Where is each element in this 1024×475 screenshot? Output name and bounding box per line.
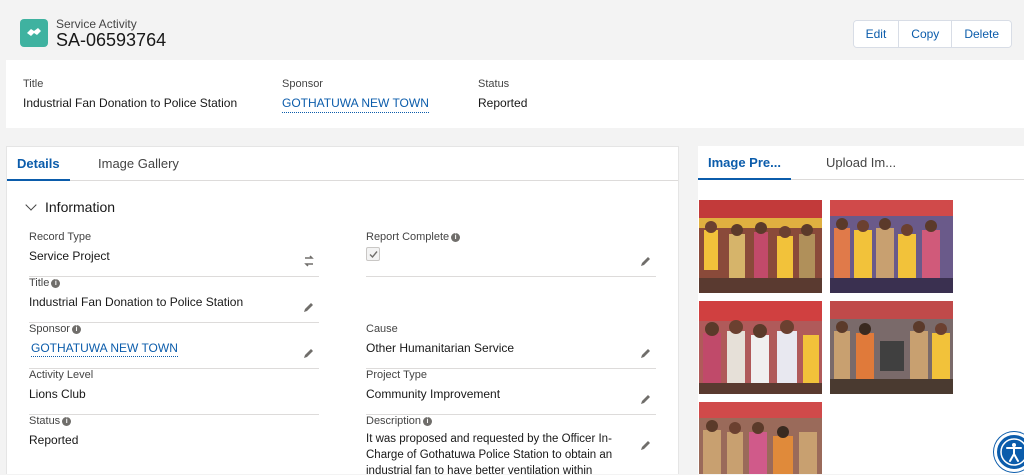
object-label: Service Activity — [56, 17, 137, 31]
pencil-icon[interactable] — [640, 255, 652, 267]
pencil-icon[interactable] — [640, 439, 652, 451]
field-title: Title i Industrial Fan Donation to Police… — [29, 277, 319, 323]
highlights-panel: Title Industrial Fan Donation to Police … — [6, 60, 1024, 128]
info-icon[interactable]: i — [62, 416, 72, 426]
field-label: Activity Level — [29, 369, 94, 381]
info-icon[interactable]: i — [71, 324, 81, 334]
highlight-status: Status Reported — [478, 78, 527, 110]
field-sponsor: Sponsor i GOTHATUWA NEW TOWN — [29, 323, 319, 369]
pencil-icon[interactable] — [640, 393, 652, 405]
image-panel: Image Pre... Upload Im... — [698, 146, 1024, 474]
header-top: Service Activity SA-06593764 Edit Copy D… — [6, 6, 1024, 60]
field-label: Report Complete — [366, 231, 450, 243]
field-value: Reported — [29, 433, 79, 447]
change-record-type-icon[interactable] — [303, 255, 315, 267]
highlight-status-label: Status — [478, 78, 510, 90]
highlight-title-label: Title — [23, 78, 44, 90]
field-description: Description i It was proposed and request… — [366, 415, 656, 475]
gallery-image[interactable] — [699, 200, 822, 293]
highlight-sponsor: Sponsor GOTHATUWA NEW TOWN — [282, 78, 429, 113]
record-tabs: Details Image Gallery — [7, 147, 678, 181]
field-activity-level: Activity Level Lions Club — [29, 369, 319, 415]
report-complete-checkbox[interactable] — [366, 247, 380, 261]
description-text: It was proposed and requested by the Off… — [366, 433, 613, 475]
photo-thumbnail — [830, 301, 953, 394]
sponsor-link[interactable]: GOTHATUWA NEW TOWN — [31, 341, 178, 357]
info-icon[interactable]: i — [51, 278, 61, 288]
field-label: Project Type — [366, 369, 427, 381]
gallery-image[interactable] — [830, 301, 953, 394]
edit-button[interactable]: Edit — [853, 21, 900, 47]
accessibility-icon — [1000, 438, 1024, 466]
info-icon[interactable]: i — [423, 416, 433, 426]
tab-image-gallery[interactable]: Image Gallery — [98, 147, 179, 181]
record-name: SA-06593764 — [56, 30, 167, 50]
highlight-title: Title Industrial Fan Donation to Police … — [23, 78, 237, 110]
field-label: Record Type — [29, 231, 92, 243]
highlight-sponsor-label: Sponsor — [282, 78, 323, 90]
record-header: Service Activity SA-06593764 Edit Copy D… — [6, 6, 1024, 128]
service-activity-icon — [20, 19, 48, 47]
tab-upload-image[interactable]: Upload Im... — [826, 146, 896, 180]
photo-thumbnail — [699, 402, 822, 474]
field-label: Sponsor — [29, 323, 70, 335]
pencil-icon[interactable] — [303, 347, 315, 359]
copy-button[interactable]: Copy — [899, 21, 953, 47]
field-label: Status — [29, 415, 61, 427]
image-tabs: Image Pre... Upload Im... — [698, 146, 1024, 180]
section-information-toggle[interactable]: Information — [25, 199, 116, 215]
field-value: Service Project — [29, 249, 110, 263]
field-value: Lions Club — [29, 387, 86, 401]
gallery-image[interactable] — [699, 402, 822, 474]
tab-details[interactable]: Details — [7, 147, 70, 181]
field-report-complete: Report Complete i — [366, 231, 656, 277]
highlight-sponsor-link[interactable]: GOTHATUWA NEW TOWN — [282, 96, 429, 113]
gallery-image[interactable] — [830, 200, 953, 293]
chevron-down-icon — [25, 199, 37, 211]
field-value: Community Improvement — [366, 387, 501, 401]
field-label: Title — [29, 277, 50, 289]
field-value: Industrial Fan Donation to Police Statio… — [29, 295, 244, 309]
field-record-type: Record Type Service Project — [29, 231, 319, 277]
field-value: Other Humanitarian Service — [366, 341, 515, 355]
highlight-title-value: Industrial Fan Donation to Police Statio… — [23, 96, 238, 110]
field-status: Status i Reported — [29, 415, 319, 461]
field-project-type: Project Type Community Improvement — [366, 369, 656, 415]
field-label: Description — [366, 415, 422, 427]
photo-thumbnail — [699, 200, 822, 293]
photo-thumbnail — [699, 301, 822, 394]
highlight-status-value: Reported — [478, 96, 528, 110]
section-title: Information — [45, 199, 116, 215]
photo-thumbnail — [830, 200, 953, 293]
pencil-icon[interactable] — [640, 347, 652, 359]
tab-image-preview[interactable]: Image Pre... — [698, 146, 791, 180]
info-icon[interactable]: i — [451, 232, 461, 242]
field-label: Cause — [366, 323, 398, 335]
check-icon — [369, 250, 378, 258]
action-buttons: Edit Copy Delete — [852, 20, 1012, 48]
delete-button[interactable]: Delete — [952, 21, 1011, 47]
accessibility-button[interactable] — [994, 432, 1024, 472]
gallery-image[interactable] — [699, 301, 822, 394]
field-cause: Cause Other Humanitarian Service — [366, 323, 656, 369]
details-card: Details Image Gallery Information Record… — [6, 146, 679, 475]
pencil-icon[interactable] — [303, 301, 315, 313]
